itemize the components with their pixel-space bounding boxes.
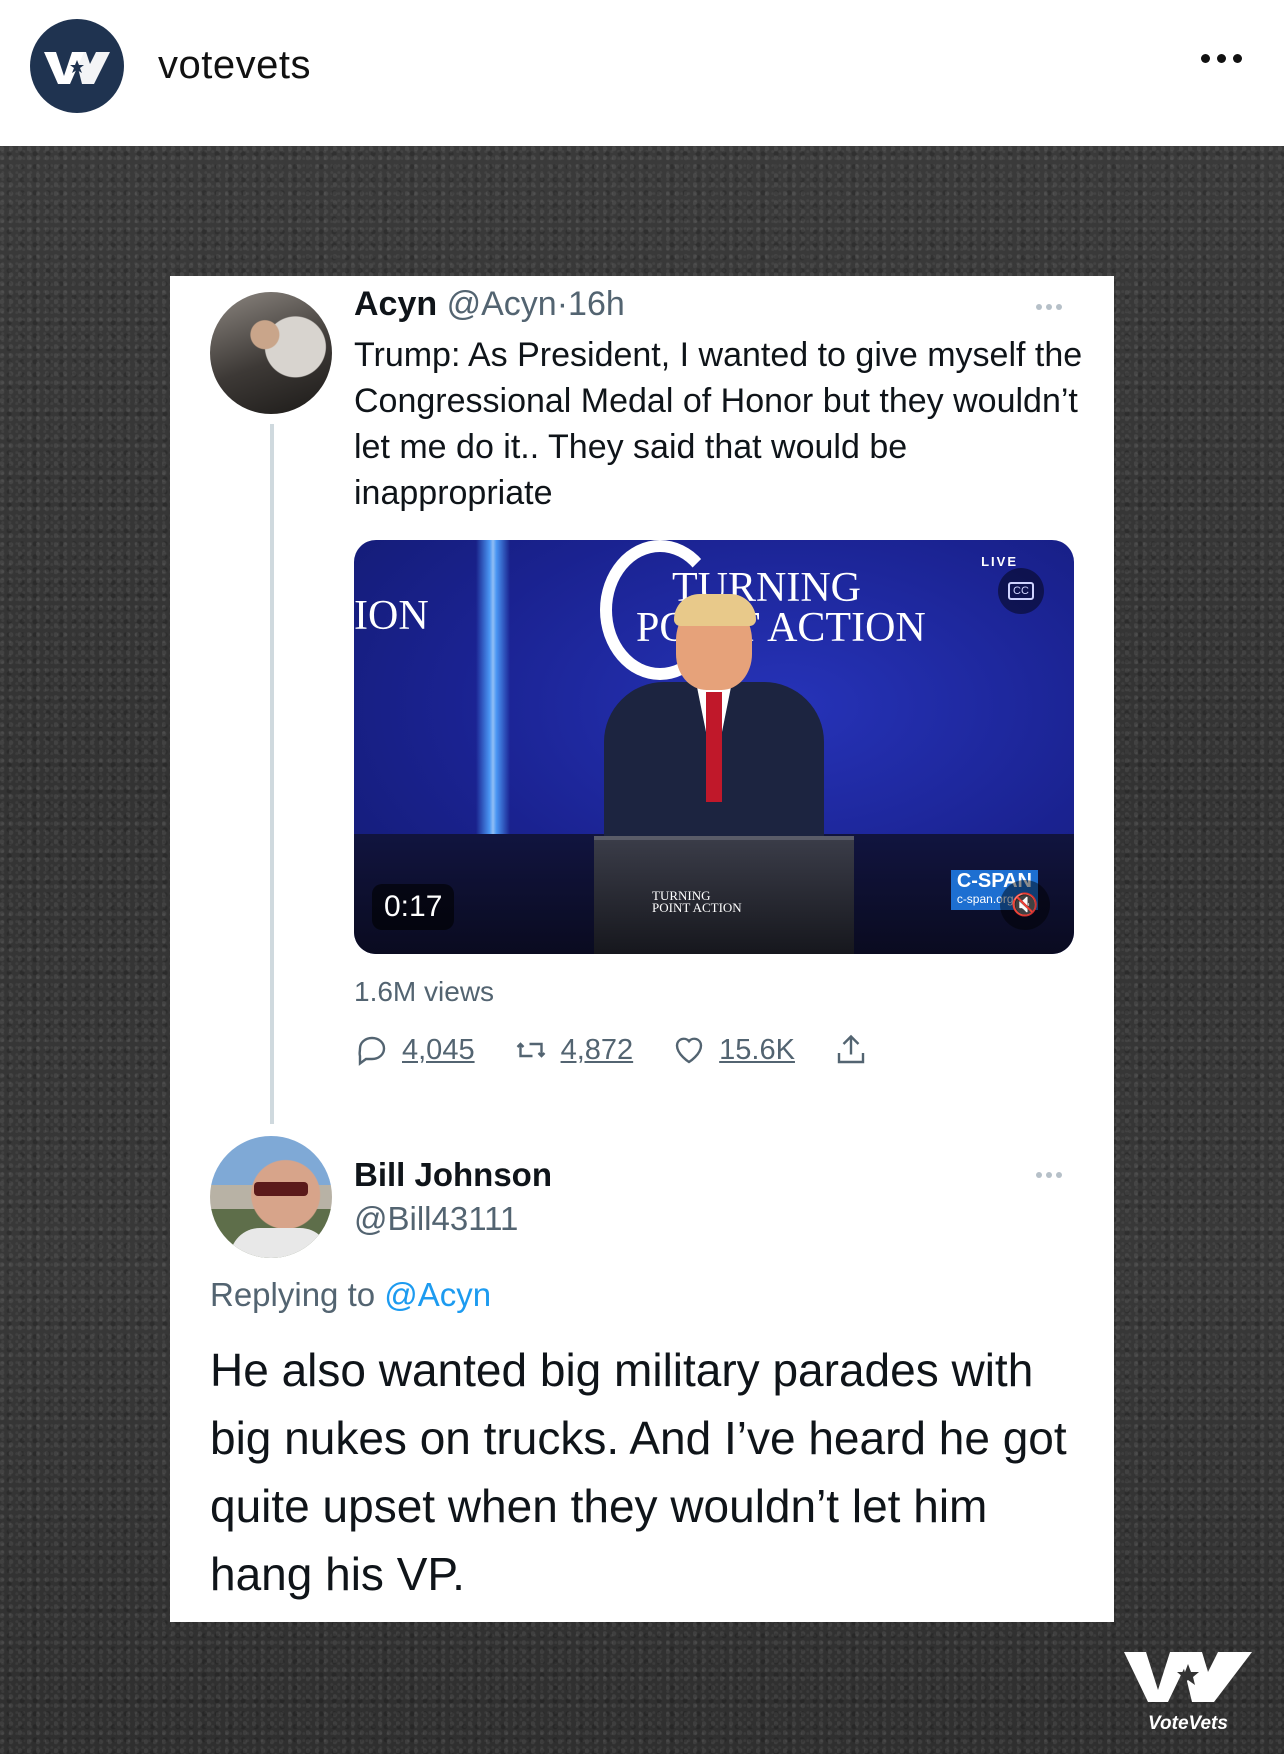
reply-author-name[interactable]: Bill Johnson	[354, 1156, 552, 1194]
replying-prefix: Replying to	[210, 1276, 376, 1313]
tweet-time[interactable]: 16h	[568, 285, 625, 323]
reply-more-icon[interactable]	[1036, 1172, 1062, 1178]
account-username[interactable]: votevets	[158, 43, 311, 88]
captions-icon[interactable]: CC	[998, 568, 1044, 614]
like-button[interactable]: 15.6K	[671, 1032, 795, 1068]
reply-icon	[358, 1036, 386, 1066]
tweet-actions: 4,045 4,872 15.6K	[354, 1032, 919, 1068]
heart-icon	[675, 1037, 703, 1064]
more-horizontal-icon[interactable]	[1201, 54, 1242, 63]
tweet-text: Trump: As President, I wanted to give my…	[354, 336, 1083, 512]
live-label: LIVE	[981, 554, 1018, 569]
retweet-icon	[516, 1042, 545, 1058]
share-icon	[837, 1034, 865, 1064]
tweet-more-icon[interactable]	[1036, 304, 1062, 310]
account-avatar[interactable]	[30, 19, 124, 113]
mute-icon[interactable]: 🔇	[1000, 880, 1050, 930]
replying-mention[interactable]: @Acyn	[384, 1276, 491, 1313]
votevets-watermark-icon	[1124, 1652, 1252, 1702]
acyn-avatar[interactable]	[210, 292, 332, 414]
post-header: votevets	[0, 0, 1284, 146]
like-count: 15.6K	[719, 1033, 795, 1066]
podium-logo: TURNING POINT ACTION	[652, 888, 742, 915]
watermark-text: VoteVets	[1148, 1713, 1228, 1734]
tweet-video[interactable]: ION TURNING POINT ACTION LIVE CC TURNING…	[354, 540, 1074, 954]
replying-to: Replying to @Acyn	[210, 1276, 491, 1314]
reply-text: He also wanted big military parades with…	[210, 1344, 1067, 1600]
video-duration: 0:17	[372, 884, 455, 930]
reply-count: 4,045	[402, 1033, 475, 1066]
view-count: 1.6M views	[354, 976, 495, 1007]
retweet-button[interactable]: 4,872	[513, 1032, 634, 1068]
thread-connector	[270, 424, 274, 1124]
retweet-count: 4,872	[560, 1033, 634, 1066]
tweet-author-name[interactable]: Acyn	[354, 285, 437, 323]
share-button[interactable]	[833, 1032, 881, 1068]
tweet-header: Acyn @Acyn·16h	[354, 285, 625, 324]
votevets-watermark: VoteVets	[1118, 1646, 1258, 1735]
bill-johnson-avatar[interactable]	[210, 1136, 332, 1258]
votevets-logo-icon	[44, 52, 110, 84]
reply-author-handle[interactable]: @Bill43111	[354, 1200, 518, 1238]
tweet-author-handle[interactable]: @Acyn	[447, 285, 557, 323]
stage-text: ION	[354, 593, 429, 639]
reply-button[interactable]: 4,045	[354, 1032, 475, 1068]
tweet-separator: ·	[556, 285, 569, 323]
